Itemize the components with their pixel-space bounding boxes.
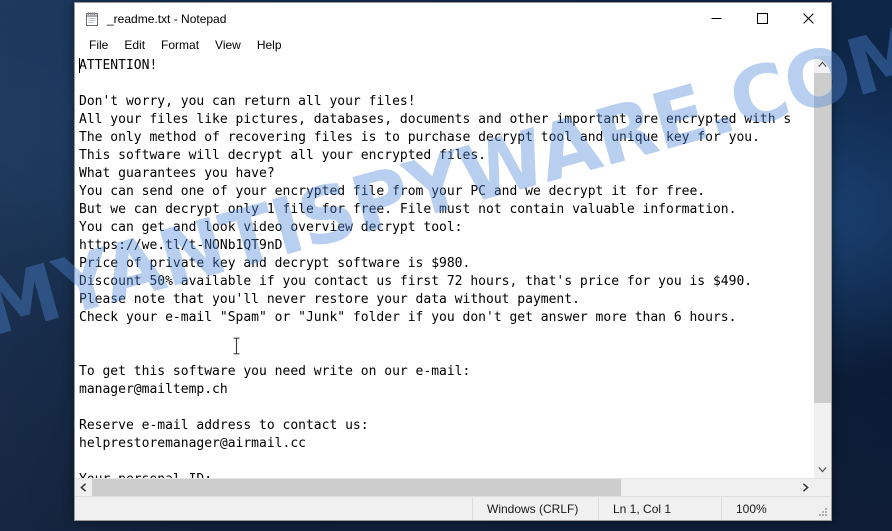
chevron-left-icon bbox=[80, 483, 87, 492]
vertical-scroll-track[interactable] bbox=[814, 73, 831, 461]
maximize-button[interactable] bbox=[739, 3, 785, 34]
text-line bbox=[79, 345, 813, 363]
scroll-right-button[interactable] bbox=[797, 479, 814, 496]
text-line: Don't worry, you can return all your fil… bbox=[79, 94, 416, 109]
menu-bar: File Edit Format View Help bbox=[75, 34, 831, 56]
notepad-icon bbox=[84, 11, 100, 27]
text-line: Reserve e-mail address to contact us: bbox=[79, 418, 369, 433]
chevron-right-icon bbox=[802, 483, 809, 492]
horizontal-scrollbar[interactable] bbox=[75, 479, 814, 496]
vertical-scrollbar[interactable] bbox=[813, 56, 831, 478]
text-line: https://we.tl/t-NONb1QT9nD bbox=[79, 238, 283, 253]
menu-item-help[interactable]: Help bbox=[249, 36, 290, 55]
menu-item-format[interactable]: Format bbox=[153, 36, 207, 55]
text-line: To get this software you need write on o… bbox=[79, 364, 471, 379]
menu-item-view[interactable]: View bbox=[207, 36, 249, 55]
text-line: Your personal ID: bbox=[79, 471, 813, 478]
text-line: helprestoremanager@airmail.cc bbox=[79, 436, 306, 451]
text-line: What guarantees you have? bbox=[79, 166, 275, 181]
text-line bbox=[79, 327, 813, 345]
maximize-icon bbox=[756, 13, 768, 24]
title-bar[interactable]: _readme.txt - Notepad bbox=[75, 3, 831, 34]
text-line: You can send one of your encrypted file … bbox=[79, 184, 706, 199]
editor-region: ATTENTION! Don't worry, you can return a… bbox=[75, 56, 831, 478]
status-encoding: Windows (CRLF) bbox=[472, 497, 598, 520]
close-icon bbox=[802, 13, 814, 24]
text-line: The only method of recovering files is t… bbox=[79, 130, 760, 145]
horizontal-scroll-track[interactable] bbox=[92, 479, 797, 496]
menu-item-file[interactable]: File bbox=[81, 36, 116, 55]
status-bar: Windows (CRLF) Ln 1, Col 1 100% bbox=[75, 496, 831, 520]
chevron-up-icon bbox=[818, 61, 827, 67]
scroll-up-button[interactable] bbox=[814, 56, 831, 73]
window-controls bbox=[693, 3, 831, 34]
horizontal-scrollbar-row bbox=[75, 478, 831, 496]
text-line: All your files like pictures, databases,… bbox=[79, 112, 792, 127]
close-button[interactable] bbox=[785, 3, 831, 34]
text-line: Check your e-mail "Spam" or "Junk" folde… bbox=[79, 310, 737, 325]
notepad-window: _readme.txt - Notepad File Edit Format V… bbox=[74, 2, 832, 521]
text-line: But we can decrypt only 1 file for free.… bbox=[79, 202, 737, 217]
text-line: Price of private key and decrypt softwar… bbox=[79, 256, 471, 271]
chevron-down-icon bbox=[818, 467, 827, 473]
minimize-button[interactable] bbox=[693, 3, 739, 34]
horizontal-scroll-thumb[interactable] bbox=[92, 479, 621, 496]
status-zoom-level: 100% bbox=[721, 497, 831, 520]
resize-grip-icon[interactable] bbox=[817, 506, 829, 518]
text-line bbox=[79, 75, 813, 93]
status-line-column: Ln 1, Col 1 bbox=[598, 497, 721, 520]
text-line: You can get and look video overview decr… bbox=[79, 220, 463, 235]
scroll-left-button[interactable] bbox=[75, 479, 92, 496]
minimize-icon bbox=[711, 18, 721, 19]
text-line bbox=[79, 453, 813, 471]
text-line: ATTENTION! bbox=[79, 58, 158, 73]
window-title: _readme.txt - Notepad bbox=[107, 11, 227, 26]
text-line: Discount 50% available if you contact us… bbox=[79, 274, 753, 289]
text-line bbox=[79, 399, 813, 417]
text-line: Please note that you'll never restore yo… bbox=[79, 292, 580, 307]
text-editor[interactable]: ATTENTION! Don't worry, you can return a… bbox=[75, 56, 813, 478]
text-line: manager@mailtemp.ch bbox=[79, 382, 228, 397]
menu-item-edit[interactable]: Edit bbox=[116, 36, 153, 55]
scroll-down-button[interactable] bbox=[814, 461, 831, 478]
vertical-scroll-thumb[interactable] bbox=[814, 73, 831, 403]
scrollbar-corner bbox=[814, 479, 831, 496]
text-caret bbox=[79, 58, 80, 73]
text-line: This software will decrypt all your encr… bbox=[79, 148, 486, 163]
